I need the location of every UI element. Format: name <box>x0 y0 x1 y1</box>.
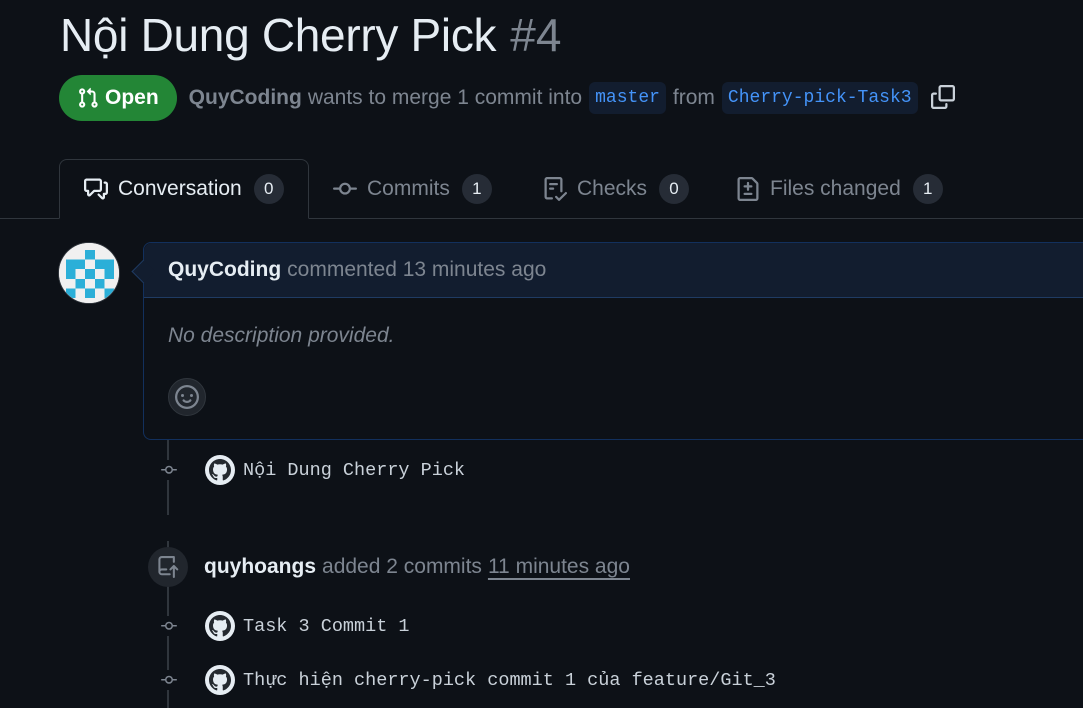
tab-commits[interactable]: Commits 1 <box>333 159 492 218</box>
github-avatar-icon[interactable] <box>205 665 235 695</box>
comment-discussion-icon <box>84 177 108 201</box>
commit-message-link[interactable]: Task 3 Commit 1 <box>243 616 410 637</box>
checklist-icon <box>543 176 567 201</box>
github-avatar-icon[interactable] <box>205 611 235 641</box>
github-avatar-icon[interactable] <box>205 455 235 485</box>
timeline-event: quyhoangs added 2 commits 11 minutes ago <box>148 546 630 588</box>
timeline-commit: Nội Dung Cherry Pick <box>155 452 465 488</box>
tab-files-changed-label: Files changed <box>770 176 901 200</box>
comment-author-link[interactable]: QuyCoding <box>168 258 281 282</box>
avatar[interactable] <box>58 242 120 304</box>
pr-state-badge: Open <box>59 75 177 121</box>
git-commit-icon <box>155 616 183 636</box>
tab-conversation-count: 0 <box>253 174 284 204</box>
tab-conversation-label: Conversation <box>118 177 242 200</box>
file-diff-icon <box>736 176 760 201</box>
tab-commits-count: 1 <box>461 173 492 204</box>
pr-merge-text: wants to merge 1 commit into <box>307 86 583 109</box>
pr-state-label: Open <box>105 86 159 109</box>
tab-conversation[interactable]: Conversation 0 <box>59 159 309 219</box>
pr-number: #4 <box>510 9 562 61</box>
comment-box: QuyCoding commented 13 minutes ago No de… <box>131 242 1083 440</box>
pr-from-text: from <box>672 86 715 109</box>
timeline-commit: Task 3 Commit 1 <box>155 608 410 644</box>
comment-meta: commented 13 minutes ago <box>287 258 547 281</box>
pr-title: Nội Dung Cherry Pick <box>60 9 497 61</box>
tab-checks-count: 0 <box>659 173 690 204</box>
tab-commits-label: Commits <box>367 176 450 200</box>
add-reaction-button[interactable] <box>168 378 206 416</box>
identicon-icon <box>59 243 119 303</box>
git-pull-request-icon <box>77 87 99 109</box>
copy-icon[interactable] <box>930 85 957 111</box>
event-time-link[interactable]: 11 minutes ago <box>488 555 630 578</box>
pr-author-link[interactable]: QuyCoding <box>189 86 302 110</box>
head-branch-link[interactable]: Cherry-pick-Task3 <box>721 82 918 114</box>
commit-message-link[interactable]: Thực hiện cherry-pick commit 1 của featu… <box>243 670 776 691</box>
tab-checks[interactable]: Checks 0 <box>543 159 690 218</box>
smiley-icon <box>175 385 199 409</box>
pr-title-row: Nội Dung Cherry Pick #4 <box>60 8 561 62</box>
event-action: added 2 commits <box>322 555 482 578</box>
tab-checks-label: Checks <box>577 176 648 200</box>
tab-files-changed-count: 1 <box>912 173 943 204</box>
event-author-link[interactable]: quyhoangs <box>204 555 316 578</box>
comment-header: QuyCoding commented 13 minutes ago <box>144 243 1083 298</box>
timeline-commit: Thực hiện cherry-pick commit 1 của featu… <box>155 662 776 698</box>
timeline-gap <box>160 515 176 541</box>
commit-message-link[interactable]: Nội Dung Cherry Pick <box>243 460 465 481</box>
tab-files-changed[interactable]: Files changed 1 <box>736 159 943 218</box>
base-branch-link[interactable]: master <box>589 82 666 114</box>
pr-tabs: Conversation 0 Commits 1 Checks 0 Files … <box>0 159 1083 219</box>
pr-meta-row: Open QuyCoding wants to merge 1 commit i… <box>59 74 957 122</box>
git-commit-icon <box>333 177 357 201</box>
git-commit-icon <box>155 670 183 690</box>
repo-push-icon <box>148 547 188 587</box>
comment-body: No description provided. <box>168 324 395 347</box>
git-commit-icon <box>155 460 183 480</box>
